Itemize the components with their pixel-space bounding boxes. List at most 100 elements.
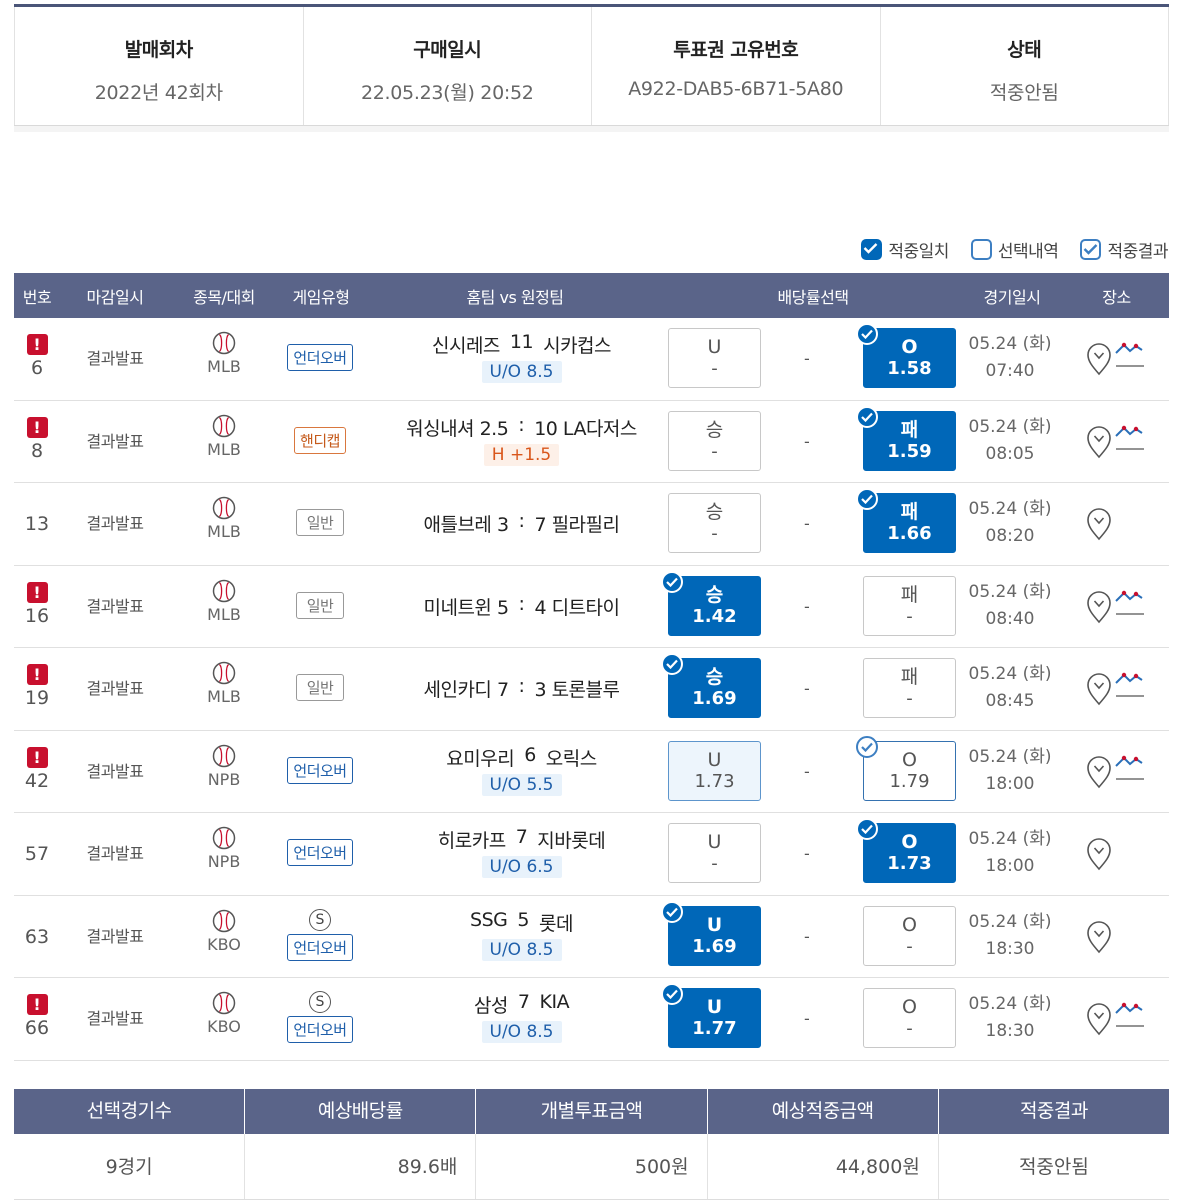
odds-option-right[interactable]: 패 1.66 — [856, 488, 956, 553]
away-team: 시카컵스 — [543, 335, 612, 357]
game-time: 08:45 — [985, 691, 1035, 711]
league-name: KBO — [207, 1017, 241, 1036]
location-pin-icon[interactable] — [1086, 755, 1112, 789]
odds-option-value: - — [711, 523, 718, 544]
venue-cell — [1084, 813, 1169, 895]
odds-option-label: 패 — [900, 583, 919, 606]
baseball-icon — [212, 331, 236, 355]
location-pin-icon[interactable] — [1086, 425, 1112, 459]
score: : — [518, 592, 525, 615]
odds-trend-icon[interactable] — [1114, 752, 1146, 782]
odds-option-left[interactable]: U- — [668, 823, 761, 883]
hit-check-icon — [856, 735, 878, 758]
odds-option-right[interactable]: O- — [863, 905, 956, 966]
odds-option-value: - — [711, 358, 718, 379]
handicap-line: U/O 8.5 — [481, 1021, 562, 1043]
away-team: 10 LA다저스 — [534, 417, 637, 440]
odds-option-left[interactable]: U 1.69 — [661, 900, 761, 966]
score: : — [518, 675, 525, 697]
checkbox-unchecked-icon[interactable] — [970, 239, 992, 260]
location-pin-icon[interactable] — [1086, 1002, 1112, 1036]
home-team: 삼성 — [473, 995, 508, 1017]
odds-option-right[interactable]: 패 1.59 — [856, 405, 956, 471]
odds-trend-icon[interactable] — [1114, 422, 1146, 452]
odds-option-left[interactable]: 승- — [668, 410, 761, 471]
header-games-count: 선택경기수 — [86, 1100, 172, 1122]
game-type-tag: 언더오버 — [287, 344, 353, 371]
legend-hit-match[interactable]: 적중일치 — [861, 237, 949, 262]
odds-option-left[interactable]: 승- — [668, 493, 761, 553]
odds-option-left[interactable]: U 1.73 — [668, 740, 761, 801]
special-s-icon: S — [309, 991, 331, 1013]
odds-option-left[interactable]: 승 1.69 — [661, 653, 761, 718]
location-pin-icon[interactable] — [1086, 507, 1112, 541]
match-teams: 삼성 7 KIA — [374, 991, 669, 1018]
odds-option-value: 1.73 — [694, 770, 735, 792]
odds-option-right[interactable]: 패- — [863, 575, 956, 636]
odds-option-right[interactable]: O 1.79 — [856, 735, 956, 801]
odds-option-value: 1.79 — [889, 770, 930, 792]
row-number: 13 — [24, 513, 50, 535]
odds-option-right[interactable]: O- — [863, 988, 956, 1048]
expected-payout-value: 44,800원 — [706, 1134, 938, 1199]
row-number-cell: 57 — [14, 813, 60, 895]
warning-icon: ! — [26, 581, 48, 603]
odds-option-value: 1.69 — [692, 688, 737, 709]
game-type-cell: 언더오버 — [266, 318, 374, 400]
teams-cell: 애틀브레 3:7 필라필리 — [374, 483, 669, 565]
away-team: 오릭스 — [545, 747, 597, 770]
status-cell: 상태 적중안됨 — [879, 7, 1169, 125]
sport-cell: MLB — [182, 318, 266, 400]
sport-cell: MLB — [182, 401, 266, 483]
home-team: 미네트윈 5 — [423, 596, 509, 619]
location-pin-icon[interactable] — [1086, 342, 1112, 376]
location-pin-icon[interactable] — [1086, 590, 1112, 624]
header-stake: 개별투표금액 — [475, 1089, 706, 1134]
odds-option-label: 승 — [705, 583, 724, 606]
row-number: 66 — [24, 1017, 50, 1039]
odds-trend-icon[interactable] — [1114, 669, 1146, 699]
row-number: 16 — [24, 604, 50, 627]
game-date: 05.24 (화) — [968, 746, 1052, 767]
away-team: 7 필라필리 — [534, 514, 620, 536]
sport-cell: NPB — [182, 813, 266, 895]
odds-option-left[interactable]: U 1.77 — [661, 983, 761, 1048]
game-date: 05.24 (화) — [968, 994, 1052, 1014]
odds-trend-icon[interactable] — [1114, 999, 1146, 1029]
legend-selection[interactable]: 선택내역 — [970, 237, 1059, 262]
location-pin-icon[interactable] — [1086, 837, 1112, 871]
game-type-tag: 언더오버 — [287, 1016, 353, 1043]
special-s-icon: S — [309, 908, 331, 931]
venue-cell — [1084, 318, 1169, 400]
col-venue: 장소 — [1102, 287, 1131, 307]
odds-option-left[interactable]: 승 1.42 — [661, 570, 761, 636]
game-date: 05.24 (화) — [968, 334, 1052, 354]
location-pin-icon[interactable] — [1086, 672, 1112, 706]
odds-option-left[interactable]: U- — [668, 328, 761, 388]
checkbox-outline-checked-icon[interactable] — [1080, 239, 1102, 260]
odds-option-right[interactable]: 패- — [863, 658, 956, 718]
game-type-tag: 일반 — [295, 509, 345, 536]
game-datetime: 05.24 (화) 18:30 — [962, 978, 1058, 1060]
baseball-icon — [212, 661, 236, 685]
venue-cell — [1084, 401, 1169, 483]
warning-icon: ! — [26, 994, 48, 1015]
match-teams: 워싱내셔 2.5:10 LA다저스 — [374, 414, 669, 441]
checkbox-checked-icon[interactable] — [861, 239, 883, 260]
game-date: 05.24 (화) — [968, 581, 1052, 602]
odds-trend-icon[interactable] — [1114, 587, 1146, 617]
row-number: 8 — [30, 439, 44, 462]
bet-summary-header: 선택경기수 예상배당률 개별투표금액 예상적중금액 적중결과 — [14, 1089, 1169, 1134]
teams-cell: 미네트윈 5:4 디트타이 — [374, 566, 669, 648]
games-count-value: 9경기 — [105, 1156, 153, 1178]
odds-option-right[interactable]: O 1.73 — [856, 818, 956, 883]
game-type-tag: 언더오버 — [287, 839, 353, 866]
odds-trend-icon[interactable] — [1114, 339, 1146, 369]
legend-hit-result[interactable]: 적중결과 — [1080, 237, 1168, 262]
home-team: 히로카프 — [437, 830, 506, 852]
draw-option: - — [804, 431, 810, 451]
location-pin-icon[interactable] — [1086, 920, 1112, 954]
odds-option-value: - — [906, 605, 913, 627]
close-status: 결과발표 — [86, 679, 144, 698]
odds-option-right[interactable]: O 1.58 — [856, 323, 956, 388]
